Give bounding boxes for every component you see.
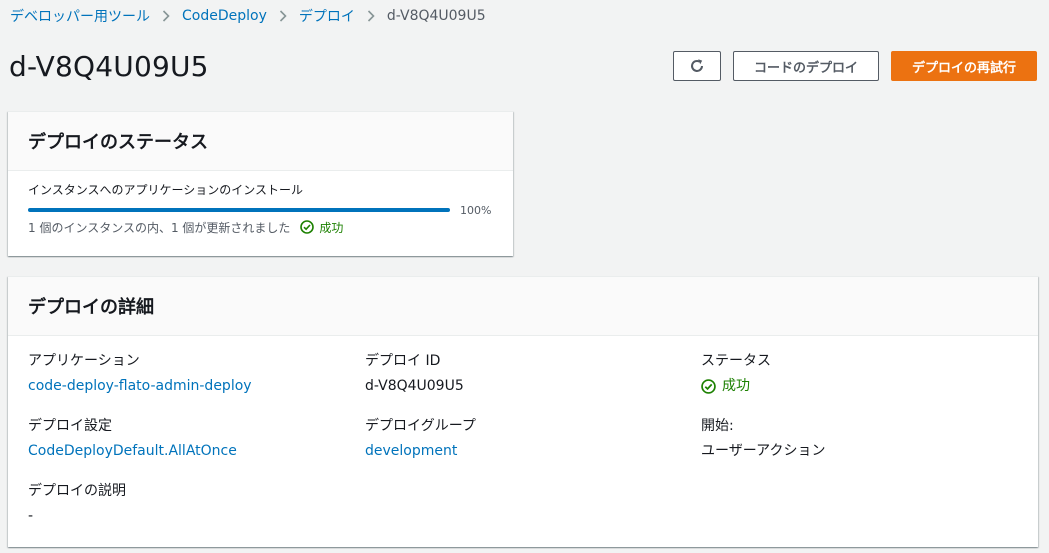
deploy-id-field: デプロイ ID d-V8Q4U09U5 <box>365 351 464 396</box>
chevron-right-icon <box>367 10 375 22</box>
status-badge: 成功 <box>300 219 343 236</box>
deployment-status-card: デプロイのステータス インスタンスへのアプリケーションのインストール 100% … <box>8 111 513 256</box>
progress-track <box>28 208 450 212</box>
progress-bar: 100% <box>28 202 494 218</box>
progress-label: インスタンスへのアプリケーションのインストール <box>28 183 304 197</box>
application-label: アプリケーション <box>28 353 140 369</box>
application-field: アプリケーション code-deploy-flato-admin-deploy <box>28 351 252 396</box>
breadcrumb-current: d-V8Q4U09U5 <box>386 8 486 24</box>
breadcrumb: デベロッパー用ツール CodeDeploy デプロイ d-V8Q4U09U5 <box>10 6 486 26</box>
deployment-details-card: デプロイの詳細 アプリケーション code-deploy-flato-admin… <box>8 276 1038 547</box>
status-label: ステータス <box>701 353 771 369</box>
deployment-group-field: デプロイグループ development <box>365 416 476 461</box>
status-card-header: デプロイのステータス <box>8 112 513 171</box>
breadcrumb-developer-tools[interactable]: デベロッパー用ツール <box>10 6 150 26</box>
status-text: 成功 <box>319 220 344 235</box>
deployment-group-label: デプロイグループ <box>365 418 476 434</box>
breadcrumb-codedeploy[interactable]: CodeDeploy <box>182 8 267 24</box>
status-field: ステータス 成功 <box>701 351 771 396</box>
refresh-button[interactable] <box>672 51 721 81</box>
retry-deploy-button[interactable]: デプロイの再試行 <box>890 51 1037 81</box>
success-check-icon <box>701 378 722 394</box>
description-value: - <box>28 508 34 524</box>
instances-updated-text: 1 個のインスタンスの内、1 個が更新されました <box>28 220 291 235</box>
details-card-title: デプロイの詳細 <box>28 297 154 318</box>
progress-fill <box>28 208 450 212</box>
status-value-text: 成功 <box>722 378 750 394</box>
status-card-title: デプロイのステータス <box>28 132 208 153</box>
config-label: デプロイ設定 <box>28 418 112 434</box>
deploy-id-value: d-V8Q4U09U5 <box>365 378 464 394</box>
description-label: デプロイの説明 <box>28 483 126 499</box>
description-field: デプロイの説明 - <box>28 481 126 526</box>
chevron-right-icon <box>279 10 287 22</box>
header-actions: コードのデプロイ デプロイの再試行 <box>672 51 1037 81</box>
deploy-id-label: デプロイ ID <box>365 353 441 369</box>
progress-description: 1 個のインスタンスの内、1 個が更新されました 成功 <box>28 218 343 236</box>
config-field: デプロイ設定 CodeDeployDefault.AllAtOnce <box>28 416 237 461</box>
start-value: ユーザーアクション <box>701 443 826 459</box>
status-value: 成功 <box>701 376 771 396</box>
progress-percent: 100% <box>460 203 492 217</box>
success-check-icon <box>300 220 319 234</box>
details-card-header: デプロイの詳細 <box>8 277 1038 336</box>
refresh-icon <box>689 58 705 74</box>
chevron-right-icon <box>162 10 170 22</box>
deployment-group-link[interactable]: development <box>365 441 476 461</box>
deploy-code-button[interactable]: コードのデプロイ <box>732 51 879 81</box>
start-label: 開始: <box>701 418 734 434</box>
start-field: 開始: ユーザーアクション <box>701 416 825 461</box>
config-link[interactable]: CodeDeployDefault.AllAtOnce <box>28 441 237 461</box>
application-link[interactable]: code-deploy-flato-admin-deploy <box>28 376 252 396</box>
page-title: d-V8Q4U09U5 <box>9 50 209 83</box>
breadcrumb-deployments[interactable]: デプロイ <box>299 6 355 26</box>
